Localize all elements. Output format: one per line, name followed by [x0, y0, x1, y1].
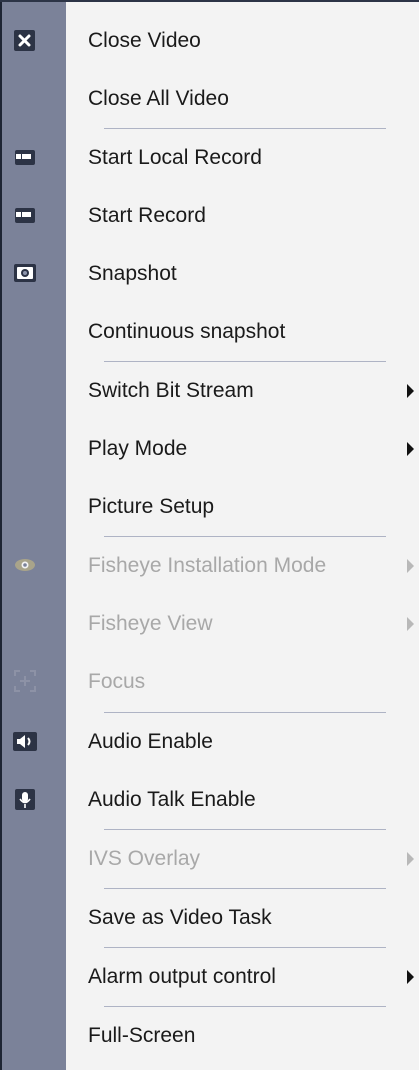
menu-separator [104, 947, 386, 948]
submenu-arrow-icon [407, 442, 414, 456]
submenu-arrow-icon [407, 970, 414, 984]
menu-item-label: Snapshot [88, 262, 177, 285]
menu-item-label: Full-Screen [88, 1024, 196, 1047]
microphone-icon [12, 786, 38, 812]
menu-item-label: Play Mode [88, 437, 188, 460]
menu-item-save-as-video-task[interactable]: Save as Video Task [0, 890, 419, 948]
menu-item-label: Switch Bit Stream [88, 379, 254, 402]
eye-icon [12, 552, 38, 578]
submenu-arrow-icon [407, 852, 414, 866]
menu-item-start-local-record[interactable]: Start Local Record [0, 130, 419, 188]
camera-icon [12, 144, 38, 170]
menu-separator [104, 1006, 386, 1007]
menu-item-audio-talk-enable[interactable]: Audio Talk Enable [0, 772, 419, 830]
menu-top-border [0, 0, 419, 2]
menu-item-snapshot[interactable]: Snapshot [0, 246, 419, 304]
menu-item-switch-bit-stream[interactable]: Switch Bit Stream [0, 363, 419, 421]
menu-item-label: Start Local Record [88, 146, 262, 169]
menu-item-continuous-snapshot[interactable]: Continuous snapshot [0, 304, 419, 362]
submenu-arrow-icon [407, 617, 414, 631]
snapshot-icon [12, 260, 38, 286]
menu-item-audio-enable[interactable]: Audio Enable [0, 714, 419, 772]
menu-item-fisheye-installation-mode: Fisheye Installation Mode [0, 538, 419, 596]
menu-item-fisheye-view: Fisheye View [0, 596, 419, 654]
menu-item-label: Fisheye Installation Mode [88, 554, 327, 577]
speaker-icon [12, 728, 38, 754]
menu-item-alarm-output-control[interactable]: Alarm output control [0, 949, 419, 1007]
focus-icon [12, 668, 38, 694]
menu-item-label: Start Record [88, 204, 206, 227]
menu-item-full-screen[interactable]: Full-Screen [0, 1008, 419, 1066]
submenu-arrow-icon [407, 559, 414, 573]
menu-item-label: Close Video [88, 29, 201, 52]
menu-item-label: Save as Video Task [88, 906, 272, 929]
menu-item-close-video[interactable]: Close Video [0, 13, 419, 71]
menu-item-label: Close All Video [88, 87, 229, 110]
context-menu: Close Video Close All Video Start Local … [0, 0, 419, 1070]
menu-item-start-record[interactable]: Start Record [0, 188, 419, 246]
menu-item-label: Picture Setup [88, 495, 215, 518]
menu-item-label: Continuous snapshot [88, 320, 286, 343]
menu-separator [104, 888, 386, 889]
menu-item-play-mode[interactable]: Play Mode [0, 421, 419, 479]
menu-item-ivs-overlay: IVS Overlay [0, 831, 419, 889]
camera-icon [12, 202, 38, 228]
menu-item-label: Alarm output control [88, 965, 276, 988]
menu-item-label: Fisheye View [88, 612, 213, 635]
submenu-arrow-icon [407, 384, 414, 398]
menu-separator [104, 712, 386, 713]
menu-item-label: IVS Overlay [88, 847, 201, 870]
menu-item-label: Audio Enable [88, 730, 213, 753]
menu-item-label: Focus [88, 670, 146, 693]
menu-separator [104, 361, 386, 362]
menu-item-close-all-video[interactable]: Close All Video [0, 71, 419, 129]
menu-separator [104, 128, 386, 129]
close-icon [12, 27, 38, 53]
menu-separator [104, 536, 386, 537]
menu-item-label: Audio Talk Enable [88, 788, 256, 811]
menu-separator [104, 829, 386, 830]
menu-item-focus: Focus [0, 654, 419, 712]
menu-item-picture-setup[interactable]: Picture Setup [0, 479, 419, 537]
